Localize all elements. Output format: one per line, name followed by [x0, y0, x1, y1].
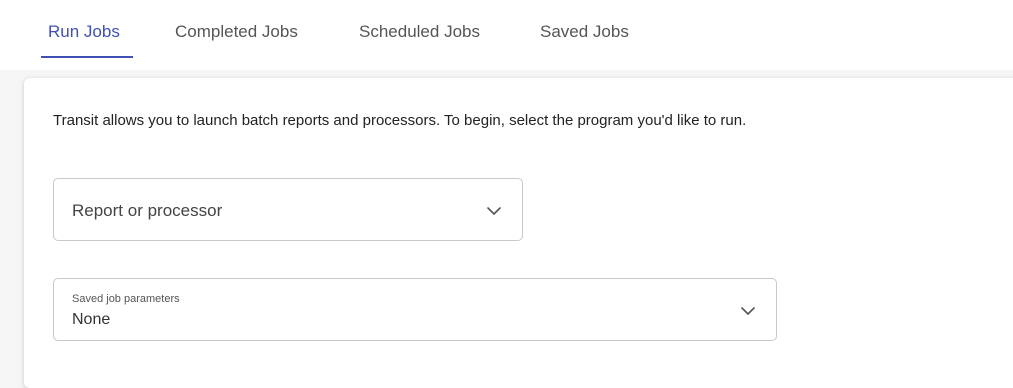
- tab-scheduled-jobs[interactable]: Scheduled Jobs: [359, 21, 480, 43]
- intro-text: Transit allows you to launch batch repor…: [53, 112, 747, 129]
- saved-job-parameters-select[interactable]: Saved job parameters None: [53, 278, 777, 341]
- program-select[interactable]: Report or processor: [53, 178, 523, 241]
- tab-bar: Run Jobs Completed Jobs Scheduled Jobs S…: [0, 0, 1013, 70]
- saved-job-parameters-label: Saved job parameters: [72, 293, 180, 305]
- tab-completed-jobs[interactable]: Completed Jobs: [175, 21, 298, 43]
- chevron-down-icon: [487, 207, 501, 215]
- saved-job-parameters-value: None: [72, 311, 111, 328]
- active-tab-indicator: [41, 56, 133, 58]
- chevron-down-icon: [741, 307, 755, 315]
- run-jobs-panel: Transit allows you to launch batch repor…: [24, 78, 1013, 388]
- program-select-placeholder: Report or processor: [72, 201, 223, 220]
- tab-run-jobs[interactable]: Run Jobs: [48, 21, 120, 43]
- tab-saved-jobs[interactable]: Saved Jobs: [540, 21, 629, 43]
